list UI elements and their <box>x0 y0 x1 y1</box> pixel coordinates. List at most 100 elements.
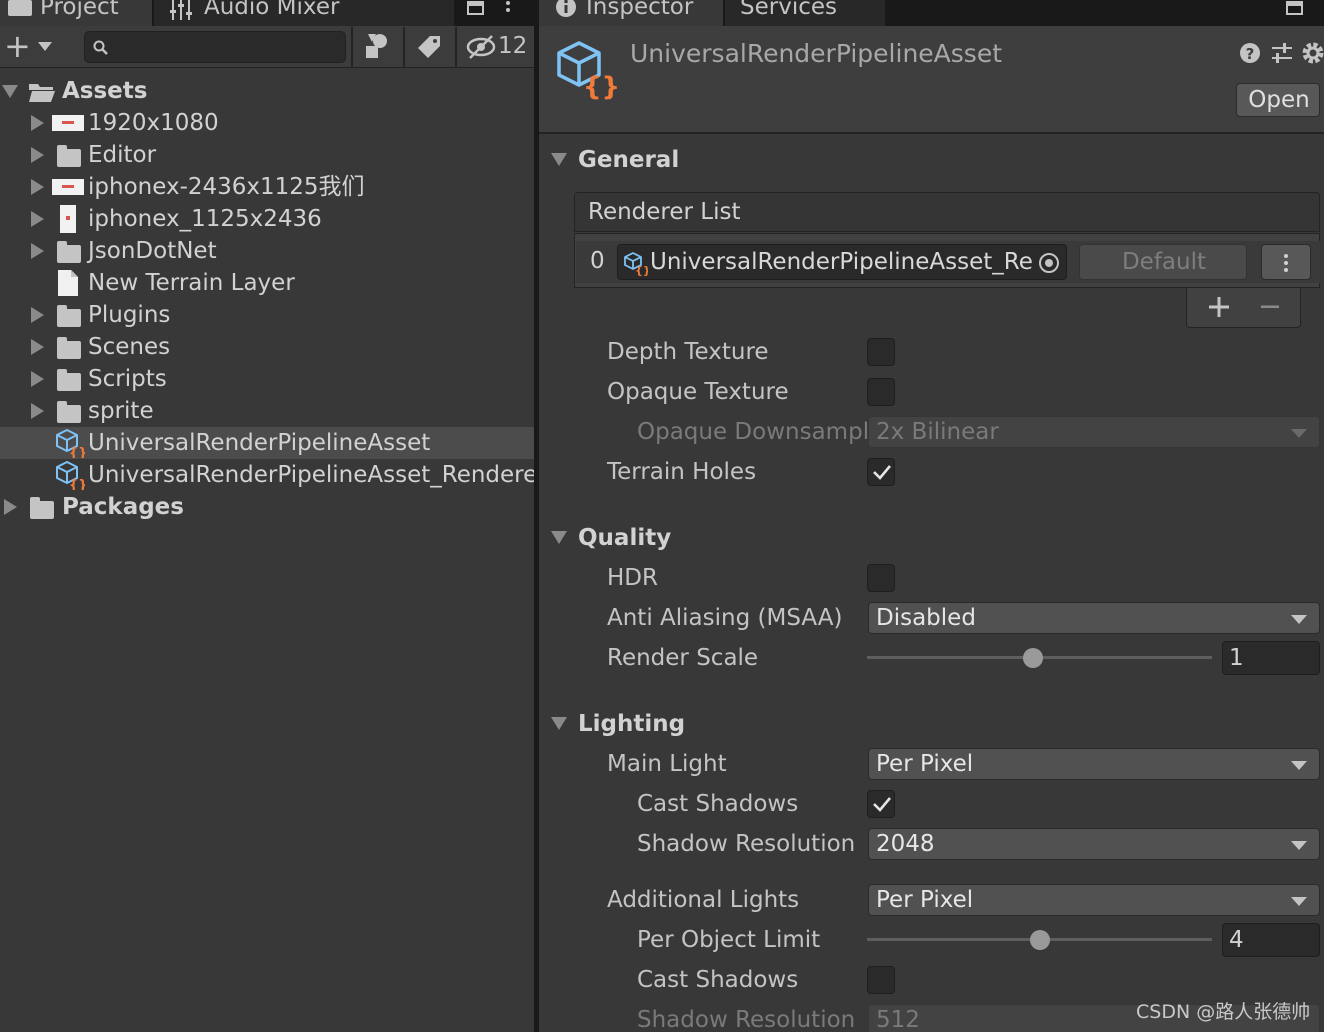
maximize-icon[interactable] <box>1285 0 1305 18</box>
collapsed-arrow-icon[interactable] <box>31 403 44 419</box>
expanded-arrow-icon[interactable] <box>2 85 18 98</box>
tree-row-urp-asset[interactable]: {}UniversalRenderPipelineAsset_Rendere <box>0 459 534 491</box>
kebab-menu-icon[interactable] <box>502 0 514 20</box>
per-object-limit-slider-thumb[interactable] <box>1029 930 1050 950</box>
default-renderer-button[interactable]: Default <box>1079 244 1247 280</box>
maximize-icon[interactable] <box>466 0 486 18</box>
tree-row-folder[interactable]: Scenes <box>0 331 534 363</box>
collapsed-arrow-icon[interactable] <box>31 307 44 323</box>
preset-sliders-icon[interactable] <box>1270 42 1294 64</box>
hidden-count: 12 <box>498 33 528 59</box>
tree-item-label: Scenes <box>88 334 171 360</box>
section-title-general: General <box>578 147 680 173</box>
collapsed-arrow-icon[interactable] <box>31 243 44 259</box>
collapsed-arrow-icon[interactable] <box>31 179 44 195</box>
collapsed-arrow-icon[interactable] <box>31 371 44 387</box>
open-button[interactable]: Open <box>1236 83 1320 117</box>
render-scale-value: 1 <box>1229 645 1244 671</box>
plus-icon[interactable] <box>1208 296 1230 318</box>
tree-row-image-asset[interactable]: iphonex-2436x1125我们 <box>0 171 534 203</box>
gear-icon[interactable] <box>1301 41 1324 65</box>
render-scale-input[interactable]: 1 <box>1222 641 1320 675</box>
foldout-arrow-icon[interactable] <box>551 531 567 544</box>
svg-text:{}: {} <box>69 478 85 490</box>
svg-text:?: ? <box>1246 45 1255 63</box>
section-header-general[interactable]: General <box>539 143 1324 179</box>
opaque-downsampling-label: Opaque Downsampl <box>637 419 870 445</box>
tree-row-assets[interactable]: Assets <box>0 75 534 107</box>
tree-row-image-asset[interactable]: 1920x1080 <box>0 107 534 139</box>
section-header-quality[interactable]: Quality <box>539 521 1324 557</box>
toggle-hidden-packages-button[interactable]: 12 <box>460 30 532 64</box>
render-scale-label: Render Scale <box>607 645 759 671</box>
chevron-down-icon <box>1291 761 1307 770</box>
renderer-list-row[interactable]: 0 {} UniversalRenderPipelineAsset_Rei De… <box>576 241 1320 283</box>
tree-row-folder[interactable]: Editor <box>0 139 534 171</box>
chevron-down-icon <box>38 42 52 51</box>
main-light-dropdown[interactable]: Per Pixel <box>868 748 1320 780</box>
foldout-arrow-icon[interactable] <box>551 153 567 166</box>
add-cast-shadows-checkbox[interactable] <box>867 966 895 994</box>
minus-icon[interactable] <box>1259 296 1281 318</box>
tree-row-packages[interactable]: Packages <box>0 491 534 523</box>
chevron-down-icon <box>1291 897 1307 906</box>
tab-project-label: Project <box>40 0 119 20</box>
opaque-texture-checkbox[interactable] <box>867 378 895 406</box>
folder-icon <box>57 401 81 423</box>
tab-audio-mixer[interactable]: Audio Mixer <box>154 0 454 26</box>
collapsed-arrow-icon[interactable] <box>31 115 44 131</box>
per-object-limit-input[interactable]: 4 <box>1222 923 1320 957</box>
filter-by-type-button[interactable] <box>356 30 400 64</box>
depth-texture-checkbox[interactable] <box>867 338 895 366</box>
renderer-list-header[interactable]: Renderer List <box>574 192 1320 232</box>
tree-item-label: iphonex-2436x1125我们 <box>88 174 365 200</box>
foldout-arrow-icon[interactable] <box>551 717 567 730</box>
create-dropdown-button[interactable]: + <box>4 27 64 65</box>
opaque-texture-label: Opaque Texture <box>607 379 789 405</box>
tree-row-folder[interactable]: sprite <box>0 395 534 427</box>
filter-by-label-button[interactable] <box>408 30 452 64</box>
main-shadow-resolution-dropdown[interactable]: 2048 <box>868 828 1320 860</box>
per-object-limit-label: Per Object Limit <box>637 927 821 953</box>
tab-services[interactable]: Services <box>725 0 885 26</box>
help-icon[interactable]: ? <box>1239 42 1261 64</box>
main-cast-shadows-checkbox[interactable] <box>867 790 895 818</box>
tree-item-label: Plugins <box>88 302 171 328</box>
terrain-holes-checkbox[interactable] <box>867 458 895 486</box>
tree-row-folder[interactable]: Scripts <box>0 363 534 395</box>
tab-inspector[interactable]: Inspector <box>539 0 723 26</box>
collapsed-arrow-icon[interactable] <box>31 211 44 227</box>
add-shadow-resolution-label: Shadow Resolution <box>637 1007 856 1032</box>
mixer-icon <box>170 0 192 20</box>
render-scale-slider-thumb[interactable] <box>1022 648 1043 668</box>
opaque-downsampling-value: 2x Bilinear <box>876 419 999 445</box>
open-button-label: Open <box>1248 87 1310 113</box>
tab-project[interactable]: Project <box>0 0 152 26</box>
add-label: + <box>4 27 31 65</box>
tree-row-urp-asset[interactable]: {}UniversalRenderPipelineAsset <box>0 427 534 459</box>
renderer-options-button[interactable] <box>1261 244 1311 280</box>
tree-row-folder[interactable]: JsonDotNet <box>0 235 534 267</box>
additional-lights-value: Per Pixel <box>876 887 974 913</box>
tree-row-file[interactable]: New Terrain Layer <box>0 267 534 299</box>
hdr-checkbox[interactable] <box>867 564 895 592</box>
tree-row-folder[interactable]: Plugins <box>0 299 534 331</box>
tree-row-image-asset-portrait[interactable]: iphonex_1125x2436 <box>0 203 534 235</box>
renderer-object-field[interactable]: {} UniversalRenderPipelineAsset_Rei <box>617 244 1067 280</box>
collapsed-arrow-icon[interactable] <box>4 499 17 515</box>
collapsed-arrow-icon[interactable] <box>31 339 44 355</box>
asset-title: UniversalRenderPipelineAsset <box>630 39 1003 68</box>
section-header-lighting[interactable]: Lighting <box>539 707 1324 743</box>
additional-lights-dropdown[interactable]: Per Pixel <box>868 884 1320 916</box>
add-shadow-resolution-value: 512 <box>876 1007 920 1032</box>
anti-aliasing-dropdown[interactable]: Disabled <box>868 602 1320 634</box>
checkmark-icon <box>873 465 891 480</box>
inspector-panel: Inspector Services {} UniversalRenderPip… <box>539 0 1324 1032</box>
collapsed-arrow-icon[interactable] <box>31 147 44 163</box>
search-input[interactable] <box>84 31 346 63</box>
add-cast-shadows-label: Cast Shadows <box>637 967 799 993</box>
object-picker-icon[interactable] <box>1038 252 1060 274</box>
main-shadow-resolution-label: Shadow Resolution <box>637 831 856 857</box>
svg-text:{}: {} <box>583 72 617 100</box>
texture-icon <box>52 115 84 131</box>
